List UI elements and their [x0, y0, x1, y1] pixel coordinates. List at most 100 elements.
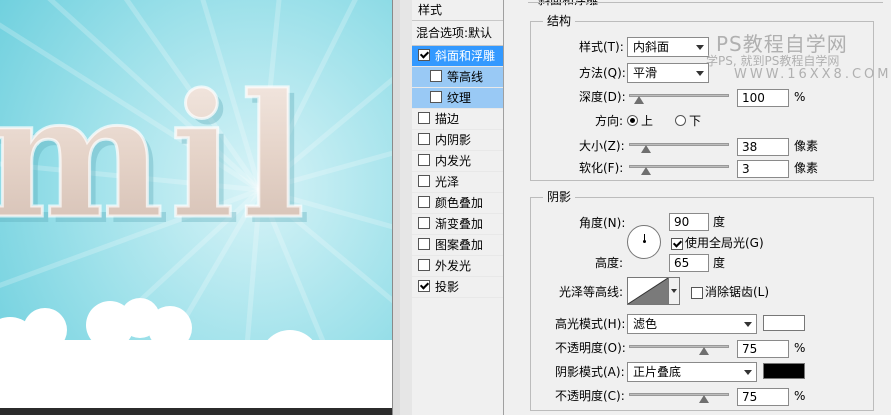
style-item-inner-shadow[interactable]: 内阴影	[412, 130, 503, 151]
technique-select[interactable]: 平滑	[627, 63, 709, 83]
style-item-color-overlay[interactable]: 颜色叠加	[412, 193, 503, 214]
canvas-preview: mil mil	[0, 0, 392, 415]
checkbox-inner-glow[interactable]	[418, 154, 430, 166]
style-item-satin[interactable]: 光泽	[412, 172, 503, 193]
technique-value: 平滑	[633, 66, 658, 80]
checkbox-bevel[interactable]	[418, 49, 430, 61]
styles-list: 样式 混合选项:默认 斜面和浮雕 等高线 纹理 描边 内阴影 内发光 光泽 颜色…	[412, 0, 504, 415]
highlight-opacity-thumb[interactable]	[699, 347, 709, 355]
shadow-mode-label: 阴影模式(A):	[555, 365, 625, 379]
canvas-artwork: mil mil	[0, 0, 392, 415]
style-label-pattern-overlay: 图案叠加	[435, 238, 484, 252]
highlight-mode-select[interactable]: 滤色	[627, 314, 757, 334]
shading-title: 阴影	[543, 190, 576, 204]
style-label-gradient-overlay: 渐变叠加	[435, 217, 484, 231]
angle-unit: 度	[713, 215, 726, 229]
style-item-contour[interactable]: 等高线	[412, 67, 503, 88]
shadow-opacity-input[interactable]: 75	[737, 388, 789, 406]
checkbox-color-overlay[interactable]	[418, 196, 430, 208]
direction-up-radio[interactable]	[627, 115, 638, 126]
style-item-pattern-overlay[interactable]: 图案叠加	[412, 235, 503, 256]
style-label-color-overlay: 颜色叠加	[435, 196, 484, 210]
depth-label: 深度(D):	[579, 90, 626, 104]
highlight-opacity-label: 不透明度(O):	[555, 341, 626, 355]
highlight-color-swatch[interactable]	[763, 315, 805, 331]
gloss-contour-label: 光泽等高线:	[559, 285, 624, 299]
chevron-down-icon	[744, 370, 752, 375]
style-item-gradient-overlay[interactable]: 渐变叠加	[412, 214, 503, 235]
size-slider-thumb[interactable]	[641, 145, 651, 153]
style-label-drop-shadow: 投影	[435, 280, 460, 294]
shadow-opacity-track[interactable]	[629, 393, 729, 396]
anti-alias-checkbox[interactable]	[691, 287, 703, 299]
gloss-contour-curve	[628, 278, 668, 304]
chevron-down-icon	[696, 71, 704, 76]
style-label-inner-shadow: 内阴影	[435, 133, 472, 147]
size-unit: 像素	[794, 139, 819, 153]
highlight-opacity-input[interactable]: 75	[737, 340, 789, 358]
global-light-checkbox[interactable]	[671, 238, 683, 250]
style-label-outer-glow: 外发光	[435, 259, 472, 273]
blending-options-item[interactable]: 混合选项:默认	[412, 21, 503, 46]
canvas-text: mil	[0, 57, 311, 257]
depth-slider-track[interactable]	[629, 94, 729, 97]
soften-slider-thumb[interactable]	[641, 167, 651, 175]
gloss-contour-preview[interactable]	[627, 277, 669, 305]
depth-input[interactable]: 100	[737, 89, 789, 107]
watermark-url: WWW.16XX8.COM	[734, 67, 891, 82]
soften-input[interactable]: 3	[737, 160, 789, 178]
highlight-opacity-track[interactable]	[629, 345, 729, 348]
checkbox-satin[interactable]	[418, 175, 430, 187]
shadow-color-swatch[interactable]	[763, 363, 805, 379]
shadow-mode-select[interactable]: 正片叠底	[627, 362, 757, 382]
style-label-texture: 纹理	[447, 91, 472, 105]
soften-label: 软化(F):	[579, 161, 624, 175]
direction-down-label: 下	[689, 114, 702, 128]
style-label-stroke: 描边	[435, 112, 460, 126]
depth-slider-thumb[interactable]	[634, 96, 644, 104]
size-input[interactable]: 38	[737, 138, 789, 156]
shadow-opacity-label: 不透明度(C):	[555, 389, 625, 403]
anti-alias-label: 消除锯齿(L)	[705, 285, 770, 299]
checkbox-contour[interactable]	[430, 70, 442, 82]
panel-title-rule	[528, 2, 883, 3]
gloss-contour-dropdown[interactable]	[669, 277, 680, 305]
styles-title: 样式	[412, 0, 503, 21]
size-label: 大小(Z):	[579, 139, 625, 153]
shadow-opacity-unit: %	[794, 389, 806, 403]
angle-input[interactable]: 90	[669, 213, 709, 231]
shadow-mode-value: 正片叠底	[633, 365, 682, 379]
angle-dial-center	[643, 240, 646, 243]
chevron-down-icon	[744, 322, 752, 327]
style-label-bevel: 斜面和浮雕	[435, 49, 496, 63]
panel-gap	[504, 0, 520, 415]
checkbox-texture[interactable]	[430, 91, 442, 103]
chevron-down-icon	[696, 45, 704, 50]
checkbox-pattern-overlay[interactable]	[418, 238, 430, 250]
angle-dial[interactable]	[627, 225, 661, 259]
style-item-inner-glow[interactable]: 内发光	[412, 151, 503, 172]
highlight-opacity-unit: %	[794, 341, 806, 355]
style-item-drop-shadow[interactable]: 投影	[412, 277, 503, 298]
bevel-settings-panel: 斜面和浮雕 结构 样式(T): 内斜面 方法(Q): 平滑 深度(D): 100…	[520, 0, 891, 415]
checkbox-gradient-overlay[interactable]	[418, 217, 430, 229]
direction-label: 方向:	[595, 114, 624, 128]
style-item-stroke[interactable]: 描边	[412, 109, 503, 130]
style-item-bevel[interactable]: 斜面和浮雕	[412, 46, 503, 67]
altitude-input[interactable]: 65	[669, 254, 709, 272]
direction-down-radio[interactable]	[675, 115, 686, 126]
canvas-divider	[392, 0, 400, 415]
checkbox-outer-glow[interactable]	[418, 259, 430, 271]
bevel-style-select[interactable]: 内斜面	[627, 37, 709, 57]
highlight-mode-label: 高光模式(H):	[555, 317, 626, 331]
soften-unit: 像素	[794, 161, 819, 175]
style-item-texture[interactable]: 纹理	[412, 88, 503, 109]
checkbox-inner-shadow[interactable]	[418, 133, 430, 145]
checkbox-drop-shadow[interactable]	[418, 280, 430, 292]
shadow-opacity-thumb[interactable]	[699, 395, 709, 403]
altitude-label: 高度:	[595, 256, 624, 270]
scrollbar[interactable]	[400, 0, 412, 415]
checkbox-stroke[interactable]	[418, 112, 430, 124]
angle-label: 角度(N):	[579, 216, 626, 230]
style-item-outer-glow[interactable]: 外发光	[412, 256, 503, 277]
